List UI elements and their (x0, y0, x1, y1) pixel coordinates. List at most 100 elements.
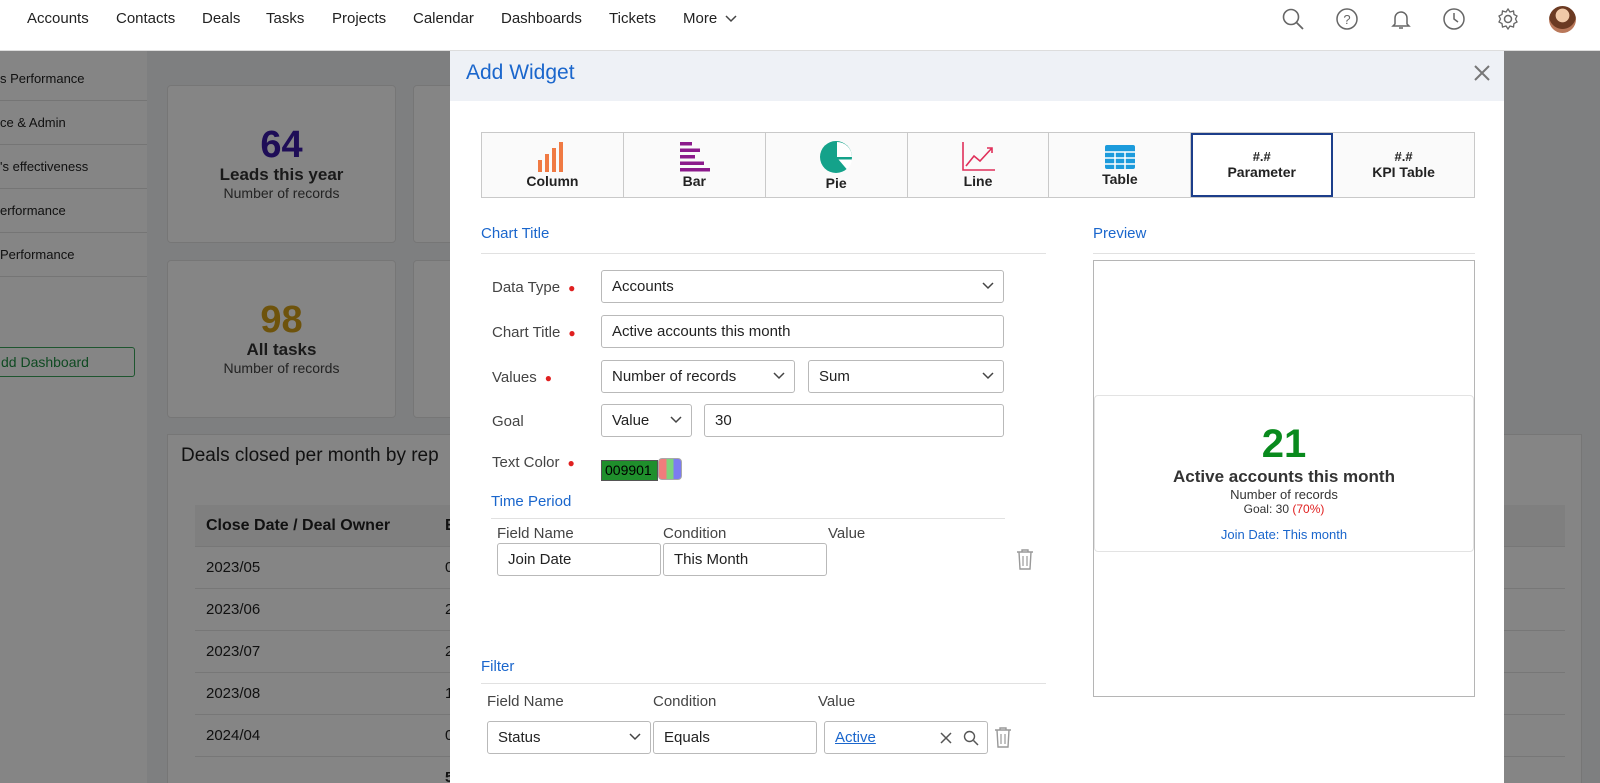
add-widget-modal: Add Widget Column Bar Pie Line Table #.#… (450, 51, 1504, 783)
tab-parameter[interactable]: #.# Parameter (1191, 133, 1334, 197)
data-type-select[interactable]: Accounts (601, 270, 1004, 303)
widget-preview: 21 Active accounts this month Number of … (1093, 260, 1475, 697)
goal-value-input[interactable]: 30 (704, 404, 1004, 437)
values-label: Values ● (492, 369, 553, 386)
modal-title: Add Widget (466, 61, 575, 84)
tab-label: Line (963, 172, 993, 189)
time-period-section: Time Period (491, 493, 572, 510)
chevron-down-icon (982, 372, 994, 380)
tab-label: Table (1102, 170, 1138, 187)
tab-kpi-table[interactable]: #.# KPI Table (1333, 133, 1475, 197)
tab-label: KPI Table (1372, 164, 1435, 180)
tab-pie[interactable]: Pie (765, 133, 908, 197)
data-type-value: Accounts (612, 278, 674, 295)
top-nav: Accounts Contacts Deals Tasks Projects C… (0, 0, 1600, 51)
text-color-label: Text Color ● (492, 454, 575, 471)
divider (481, 253, 1046, 254)
kpi-table-icon: #.# (1394, 149, 1413, 164)
preview-goal: Goal: 30 (70%) (1243, 502, 1325, 516)
preview-sub: Number of records (1230, 487, 1338, 502)
nav-deals[interactable]: Deals (202, 10, 240, 27)
pie-chart-icon (820, 140, 853, 173)
filter-field-select[interactable]: Status (487, 721, 651, 754)
nav-tickets[interactable]: Tickets (609, 10, 656, 27)
chart-title-label: Chart Title ● (492, 324, 576, 341)
goal-type-select[interactable]: Value (601, 404, 692, 437)
avatar[interactable] (1549, 6, 1576, 33)
values-aggregate-select[interactable]: Sum (808, 360, 1004, 393)
time-condition-input[interactable]: This Month (663, 543, 827, 576)
chevron-down-icon (629, 733, 641, 741)
color-picker-icon[interactable] (658, 458, 682, 480)
line-chart-icon (962, 141, 995, 171)
time-field-header: Field Name (497, 525, 574, 542)
nav-dashboards[interactable]: Dashboards (501, 10, 582, 27)
column-chart-icon (538, 141, 564, 172)
help-icon[interactable]: ? (1334, 6, 1360, 32)
tab-table[interactable]: Table (1049, 133, 1192, 197)
filter-value-header: Value (818, 693, 856, 710)
widget-type-tabs: Column Bar Pie Line Table #.# Parameter … (481, 132, 1475, 198)
preview-label: Active accounts this month (1173, 467, 1395, 486)
nav-tasks[interactable]: Tasks (266, 10, 304, 27)
chevron-down-icon (773, 372, 785, 380)
modal-header: Add Widget (450, 51, 1504, 101)
gear-icon[interactable] (1495, 6, 1521, 32)
nav-more-label: More (683, 10, 718, 27)
trash-icon[interactable] (1015, 548, 1035, 570)
values-aggregate-value: Sum (819, 368, 850, 385)
table-icon (1104, 144, 1135, 169)
nav-calendar[interactable]: Calendar (413, 10, 474, 27)
search-icon[interactable] (963, 730, 979, 746)
clear-icon[interactable] (939, 731, 953, 745)
preview-card: 21 Active accounts this month Number of … (1094, 395, 1474, 552)
bell-icon[interactable] (1388, 6, 1414, 32)
filter-value-input[interactable]: Active (824, 721, 988, 754)
time-value-header: Value (828, 525, 866, 542)
chevron-down-icon (725, 15, 737, 23)
svg-text:?: ? (1343, 12, 1350, 27)
tab-bar[interactable]: Bar (623, 133, 766, 197)
text-color-input[interactable]: 009901 (601, 460, 658, 481)
clock-icon[interactable] (1441, 6, 1467, 32)
search-icon[interactable] (1280, 6, 1306, 32)
time-condition-header: Condition (663, 525, 727, 542)
parameter-icon: #.# (1252, 149, 1271, 164)
tab-label: Bar (682, 172, 706, 189)
data-type-label: Data Type ● (492, 279, 576, 296)
nav-projects[interactable]: Projects (332, 10, 386, 27)
tab-label: Column (526, 172, 579, 189)
filter-condition-header: Condition (653, 693, 717, 710)
chevron-down-icon (670, 416, 682, 424)
filter-field-value: Status (498, 729, 541, 746)
nav-accounts[interactable]: Accounts (27, 10, 89, 27)
values-metric-select[interactable]: Number of records (601, 360, 795, 393)
filter-value-link[interactable]: Active (835, 729, 876, 746)
close-icon[interactable] (1470, 61, 1494, 85)
divider (1093, 253, 1475, 254)
chart-title-section: Chart Title (481, 225, 550, 242)
preview-goal-percent: (70%) (1292, 502, 1325, 516)
tab-label: Parameter (1227, 164, 1296, 180)
tab-line[interactable]: Line (907, 133, 1050, 197)
divider (491, 518, 1005, 519)
nav-more[interactable]: More (683, 10, 737, 27)
preview-period: Join Date: This month (1220, 527, 1348, 542)
tab-column[interactable]: Column (482, 133, 624, 197)
time-field-input[interactable]: Join Date (497, 543, 661, 576)
preview-section: Preview (1093, 225, 1147, 242)
chart-title-input[interactable]: Active accounts this month (601, 315, 1004, 348)
divider (481, 683, 1046, 684)
goal-type-value: Value (612, 412, 650, 429)
chevron-down-icon (982, 282, 994, 290)
values-metric-value: Number of records (612, 368, 737, 385)
preview-value: 21 (1261, 422, 1307, 466)
goal-label: Goal (492, 413, 524, 430)
filter-field-header: Field Name (487, 693, 564, 710)
nav-contacts[interactable]: Contacts (116, 10, 175, 27)
filter-section: Filter (481, 658, 515, 675)
bar-chart-icon (680, 141, 711, 171)
trash-icon[interactable] (993, 726, 1013, 748)
filter-condition-input[interactable]: Equals (653, 721, 817, 754)
tab-label: Pie (825, 174, 847, 191)
